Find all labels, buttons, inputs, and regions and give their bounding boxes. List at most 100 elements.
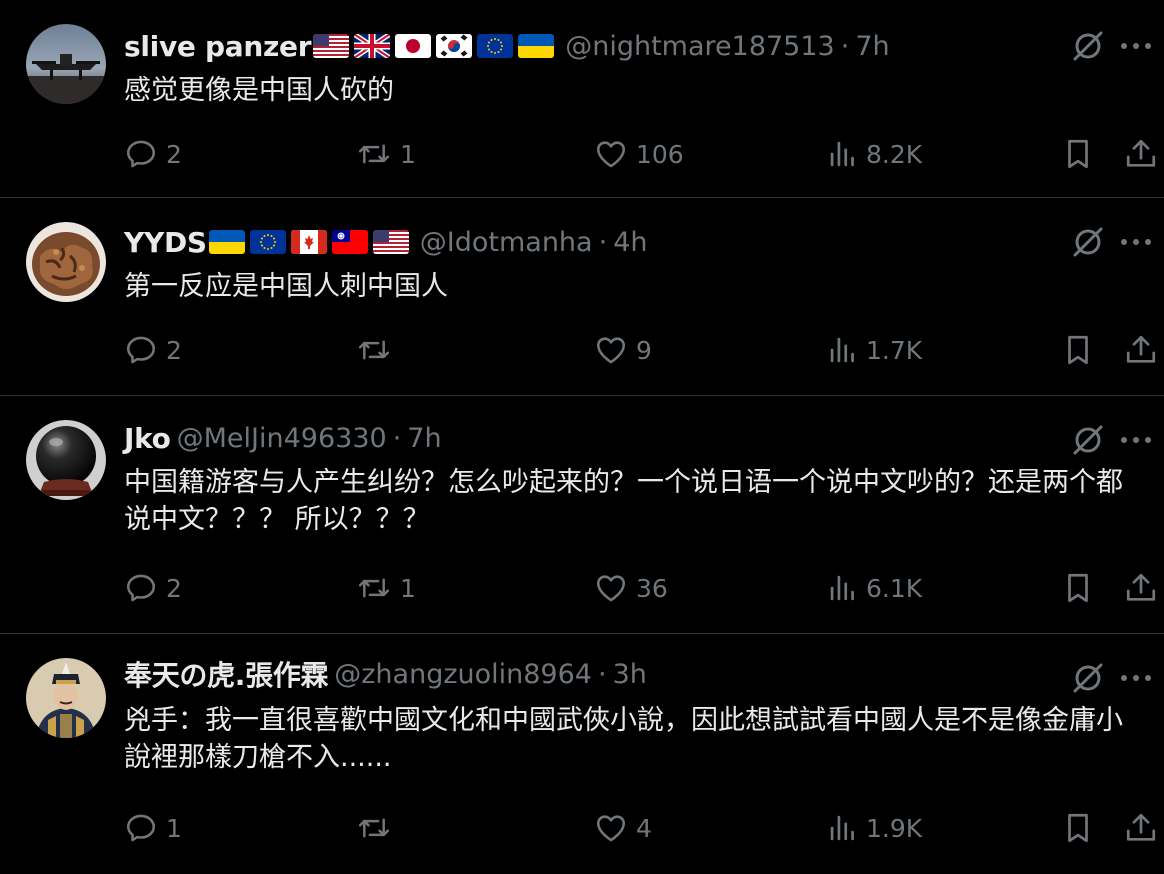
japan-flag-icon — [395, 34, 432, 58]
user-handle[interactable]: @Idotmanha — [420, 227, 593, 258]
user-handle[interactable]: @MelJin496330 — [177, 423, 387, 454]
share-icon — [1126, 573, 1156, 601]
views-button[interactable]: 8.2K — [828, 134, 922, 174]
taiwan-flag-icon — [331, 230, 368, 254]
user-handle[interactable]: @nightmare187513 — [565, 31, 835, 62]
tweet[interactable]: 奉天の虎.張作霖 @zhangzuolin8964 · 3h 兇手：我一直很喜歡… — [0, 634, 1164, 874]
avatar[interactable] — [26, 420, 106, 500]
tweet-actions: 2 1 106 8.2K — [124, 134, 1164, 174]
bookmark-button[interactable] — [1062, 134, 1094, 174]
heart-icon — [596, 141, 626, 168]
grok-icon[interactable] — [1070, 28, 1106, 64]
grok-icon[interactable] — [1070, 660, 1106, 696]
reply-button[interactable]: 1 — [124, 808, 182, 848]
tweet-actions: 2 9 1.7K — [124, 330, 1164, 370]
flag-emoji-list — [313, 34, 559, 58]
uk-flag-icon — [354, 34, 391, 58]
more-options-icon[interactable] — [1116, 224, 1156, 260]
timestamp[interactable]: 7h — [855, 31, 889, 62]
display-name[interactable]: Jko — [124, 422, 171, 455]
share-button[interactable] — [1124, 330, 1158, 370]
reply-icon — [126, 140, 156, 168]
tweet-text: 第一反应是中国人刺中国人 — [124, 271, 448, 302]
reply-icon — [126, 336, 156, 364]
bookmark-icon — [1068, 813, 1088, 843]
retweet-button[interactable] — [356, 330, 400, 370]
flag-emoji-list — [208, 230, 414, 254]
share-icon — [1126, 139, 1156, 167]
like-button[interactable]: 106 — [594, 134, 684, 174]
more-options-icon[interactable] — [1116, 28, 1156, 64]
us-flag-icon — [313, 34, 350, 58]
views-chart-icon — [830, 337, 854, 363]
share-icon — [1126, 813, 1156, 841]
timeline-feed: slive panzer @nightmare187513 · 7h 感觉更像是… — [0, 0, 1164, 874]
separator-dot: · — [392, 422, 402, 454]
bookmark-icon — [1068, 139, 1088, 169]
retweet-button[interactable]: 1 — [356, 568, 416, 608]
avatar[interactable] — [26, 24, 106, 104]
more-options-icon[interactable] — [1116, 422, 1156, 458]
share-button[interactable] — [1124, 808, 1158, 848]
like-button[interactable]: 36 — [594, 568, 668, 608]
display-name[interactable]: 奉天の虎.張作霖 — [124, 654, 329, 694]
like-count: 4 — [636, 813, 652, 843]
display-name[interactable]: YYDS — [124, 226, 207, 259]
separator-dot: · — [840, 30, 850, 62]
grok-icon[interactable] — [1070, 422, 1106, 458]
tweet[interactable]: slive panzer @nightmare187513 · 7h 感觉更像是… — [0, 0, 1164, 198]
like-button[interactable]: 4 — [594, 808, 652, 848]
share-button[interactable] — [1124, 568, 1158, 608]
tweet-header: Jko @MelJin496330 · 7h — [124, 418, 442, 458]
tweet-text: 感觉更像是中国人砍的 — [124, 75, 394, 106]
tweet[interactable]: YYDS @Idotmanha · 4h 第一反应是中国人刺中国人 2 9 1.… — [0, 198, 1164, 396]
heart-icon — [596, 575, 626, 602]
views-button[interactable]: 1.7K — [828, 330, 922, 370]
more-options-icon[interactable] — [1116, 660, 1156, 696]
reply-count: 2 — [166, 573, 182, 603]
tweet-actions: 2 1 36 6.1K — [124, 568, 1164, 608]
reply-icon — [126, 814, 156, 842]
reply-count: 2 — [166, 139, 182, 169]
retweet-icon — [358, 340, 390, 360]
views-chart-icon — [830, 575, 854, 601]
views-button[interactable]: 1.9K — [828, 808, 922, 848]
retweet-count: 1 — [400, 573, 416, 603]
like-count: 106 — [636, 139, 684, 169]
timestamp[interactable]: 7h — [407, 423, 441, 454]
timestamp[interactable]: 4h — [613, 227, 647, 258]
retweet-icon — [358, 144, 390, 164]
reply-button[interactable]: 2 — [124, 330, 182, 370]
separator-dot: · — [598, 226, 608, 258]
bookmark-icon — [1068, 573, 1088, 603]
display-name[interactable]: slive panzer — [124, 30, 312, 63]
tweet-text: 兇手：我一直很喜歡中國文化和中國武俠小說，因此想試試看中國人是不是像金庸小說裡那… — [124, 705, 1123, 773]
tweet-header: YYDS @Idotmanha · 4h — [124, 222, 647, 262]
view-count: 6.1K — [866, 573, 923, 603]
user-handle[interactable]: @zhangzuolin8964 — [334, 659, 592, 690]
retweet-count: 1 — [400, 139, 416, 169]
bookmark-button[interactable] — [1062, 568, 1094, 608]
timestamp[interactable]: 3h — [613, 659, 647, 690]
like-count: 36 — [636, 573, 668, 603]
retweet-button[interactable]: 1 — [356, 134, 416, 174]
share-button[interactable] — [1124, 134, 1158, 174]
tweet-header: 奉天の虎.張作霖 @zhangzuolin8964 · 3h — [124, 654, 647, 694]
like-button[interactable]: 9 — [594, 330, 652, 370]
views-button[interactable]: 6.1K — [828, 568, 922, 608]
ukraine-flag-icon — [208, 230, 245, 254]
avatar[interactable] — [26, 222, 106, 302]
avatar[interactable] — [26, 658, 106, 738]
grok-icon[interactable] — [1070, 224, 1106, 260]
tweet[interactable]: Jko @MelJin496330 · 7h 中国籍游客与人产生纠纷？怎么吵起来… — [0, 396, 1164, 634]
heart-icon — [596, 815, 626, 842]
eu-flag-icon — [249, 230, 286, 254]
reply-button[interactable]: 2 — [124, 134, 182, 174]
reply-button[interactable]: 2 — [124, 568, 182, 608]
bookmark-button[interactable] — [1062, 808, 1094, 848]
views-chart-icon — [830, 815, 854, 841]
bookmark-button[interactable] — [1062, 330, 1094, 370]
heart-icon — [596, 337, 626, 364]
view-count: 1.9K — [866, 813, 923, 843]
retweet-button[interactable] — [356, 808, 400, 848]
